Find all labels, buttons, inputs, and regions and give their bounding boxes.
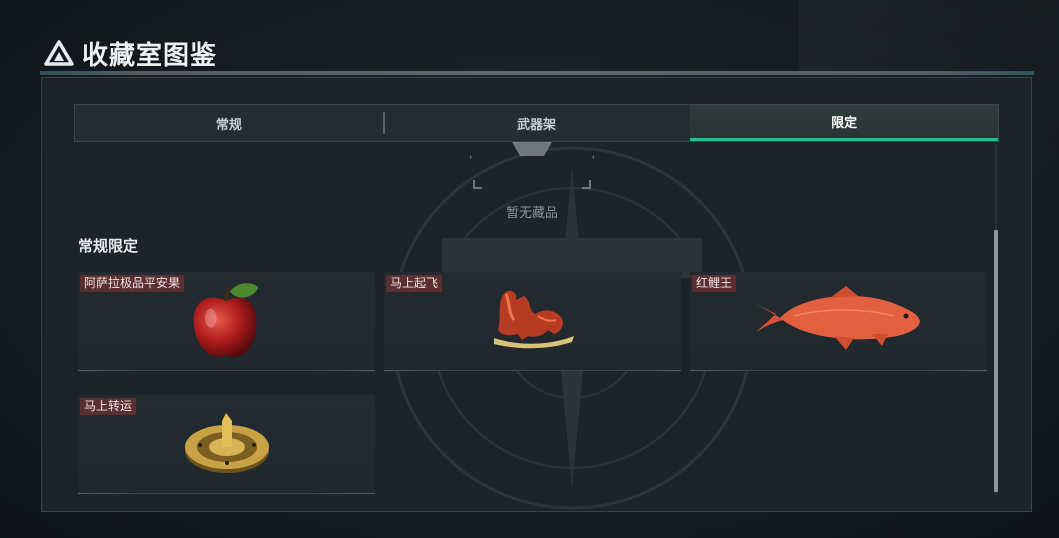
item-grid: 阿萨拉极品平安果 马上起飞 红鲤王 马上转运 bbox=[78, 272, 990, 502]
item-label: 红鲤王 bbox=[692, 275, 737, 292]
tab-label: 常规 bbox=[215, 117, 242, 133]
red-carp-icon bbox=[756, 286, 920, 350]
page-header: 收藏室图鉴 bbox=[44, 36, 218, 71]
tab-weapon-rack[interactable]: 武器架 bbox=[382, 105, 691, 141]
apple-icon bbox=[193, 283, 259, 357]
empty-state-text: 暂无藏品 bbox=[505, 206, 558, 221]
tab-regular[interactable]: 常规 bbox=[75, 105, 383, 141]
section-title: 常规限定 bbox=[78, 237, 139, 255]
item-label: 马上转运 bbox=[80, 398, 137, 415]
collection-item-card[interactable]: 马上转运 bbox=[78, 395, 375, 494]
item-label: 阿萨拉极品平安果 bbox=[80, 275, 185, 292]
page-title: 收藏室图鉴 bbox=[82, 40, 218, 71]
collection-item-card[interactable]: 马上起飞 bbox=[384, 272, 681, 371]
collection-panel: 常规 武器架 限定 暂无藏品 常规限定 阿萨拉极品平安果 马上起飞 红鲤王 马上… bbox=[41, 77, 1032, 512]
empty-collection-icon bbox=[470, 142, 594, 189]
collection-item-card[interactable]: 阿萨拉极品平安果 bbox=[78, 272, 375, 371]
header-divider bbox=[40, 71, 1034, 75]
triangle-logo-icon bbox=[44, 40, 74, 66]
tab-label: 武器架 bbox=[517, 117, 557, 133]
golden-wheel-icon bbox=[185, 413, 269, 473]
empty-state: 暂无藏品 bbox=[442, 142, 622, 222]
scrollbar-thumb[interactable] bbox=[994, 230, 998, 492]
tab-label: 限定 bbox=[831, 116, 858, 131]
tab-limited[interactable]: 限定 bbox=[690, 105, 999, 141]
horse-statue-icon bbox=[494, 290, 574, 349]
item-label: 马上起飞 bbox=[386, 275, 443, 292]
tab-bar: 常规 武器架 限定 bbox=[74, 104, 999, 142]
collection-item-card[interactable]: 红鲤王 bbox=[690, 272, 987, 371]
